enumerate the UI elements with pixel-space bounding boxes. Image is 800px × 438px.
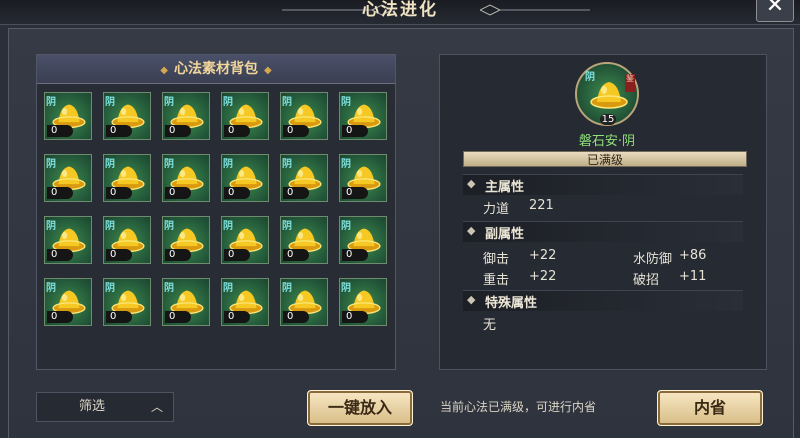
special-attr-value: 无 bbox=[483, 318, 497, 333]
status-hint: 当前心法已满级，可进行内省 bbox=[440, 400, 597, 414]
bag-header: ◆ 心法素材背包 ◆ bbox=[37, 55, 395, 84]
attr-label: 力道 bbox=[483, 202, 510, 217]
material-slot[interactable]: 阴0 bbox=[221, 278, 269, 326]
material-slot[interactable]: 阴0 bbox=[103, 154, 151, 202]
one-click-put-button[interactable]: 一键放入 bbox=[307, 390, 413, 426]
bag-title: 心法素材背包 bbox=[174, 61, 258, 77]
introspect-button[interactable]: 内省 bbox=[657, 390, 763, 426]
material-slot[interactable]: 阴0 bbox=[162, 92, 210, 140]
material-slot[interactable]: 阴0 bbox=[162, 278, 210, 326]
attr-value: +11 bbox=[679, 269, 707, 284]
slot-count: 0 bbox=[224, 249, 250, 261]
material-slot[interactable]: 阴0 bbox=[339, 154, 387, 202]
material-slot[interactable]: 阴0 bbox=[162, 154, 210, 202]
special-attr-header: ◆ 特殊属性 bbox=[463, 290, 743, 311]
slot-count: 0 bbox=[342, 311, 368, 323]
section-title: 特殊属性 bbox=[485, 296, 538, 311]
slot-count: 0 bbox=[47, 311, 73, 323]
selected-item-icon[interactable]: 阴 鉴 15 bbox=[575, 62, 639, 126]
slot-count: 0 bbox=[224, 311, 250, 323]
attr-label: 破招 bbox=[633, 273, 660, 288]
attr-value: +86 bbox=[679, 248, 707, 263]
attr-value: 221 bbox=[529, 198, 554, 213]
slot-count: 0 bbox=[283, 187, 309, 199]
material-slot[interactable]: 阴0 bbox=[280, 92, 328, 140]
material-slot[interactable]: 阴0 bbox=[339, 92, 387, 140]
attr-value: +22 bbox=[529, 248, 557, 263]
material-slot[interactable]: 阴0 bbox=[280, 216, 328, 264]
item-level: 15 bbox=[600, 114, 616, 125]
material-slot[interactable]: 阴0 bbox=[221, 154, 269, 202]
main-attr-header: ◆ 主属性 bbox=[463, 174, 743, 195]
slot-count: 0 bbox=[47, 249, 73, 261]
slot-count: 0 bbox=[165, 249, 191, 261]
material-slot[interactable]: 阴0 bbox=[103, 216, 151, 264]
material-slot[interactable]: 阴0 bbox=[103, 92, 151, 140]
slot-count: 0 bbox=[224, 125, 250, 137]
slot-count: 0 bbox=[165, 187, 191, 199]
item-name: 磐石安·阴 bbox=[578, 134, 636, 149]
section-title: 主属性 bbox=[485, 180, 525, 195]
slot-count: 0 bbox=[47, 187, 73, 199]
diamond-icon: ◆ bbox=[160, 65, 168, 76]
filter-dropdown[interactable]: 筛选 ︿ bbox=[36, 392, 174, 422]
slot-count: 0 bbox=[342, 125, 368, 137]
slot-count: 0 bbox=[47, 125, 73, 137]
material-bag: ◆ 心法素材背包 ◆ 阴0阴0阴0阴0阴0阴0阴0阴0阴0阴0阴0阴0阴0阴0阴0阴… bbox=[36, 54, 396, 370]
title-bar: 心法进化 ✕ bbox=[0, 0, 800, 25]
chevron-up-icon: ︿ bbox=[151, 400, 164, 414]
slot-count: 0 bbox=[106, 125, 132, 137]
slot-count: 0 bbox=[106, 311, 132, 323]
diamond-icon: ◆ bbox=[467, 293, 476, 306]
gold-ingot-icon bbox=[590, 82, 628, 109]
filter-label: 筛选 bbox=[79, 399, 106, 414]
slot-count: 0 bbox=[283, 125, 309, 137]
slot-count: 0 bbox=[106, 187, 132, 199]
title-ornament-right bbox=[480, 4, 590, 16]
material-slot[interactable]: 阴0 bbox=[280, 154, 328, 202]
close-icon[interactable]: ✕ bbox=[756, 0, 794, 22]
material-slot[interactable]: 阴0 bbox=[44, 278, 92, 326]
material-slot[interactable]: 阴0 bbox=[162, 216, 210, 264]
material-slot[interactable]: 阴0 bbox=[339, 216, 387, 264]
attr-label: 水防御 bbox=[633, 252, 673, 267]
attr-label: 重击 bbox=[483, 273, 510, 288]
attr-value: +22 bbox=[529, 269, 557, 284]
slot-count: 0 bbox=[165, 311, 191, 323]
diamond-icon: ◆ bbox=[264, 65, 272, 76]
slot-count: 0 bbox=[283, 249, 309, 261]
slot-count: 0 bbox=[224, 187, 250, 199]
material-slot[interactable]: 阴0 bbox=[339, 278, 387, 326]
attr-label: 御击 bbox=[483, 252, 510, 267]
diamond-icon: ◆ bbox=[467, 177, 476, 190]
slot-count: 0 bbox=[165, 125, 191, 137]
diamond-icon: ◆ bbox=[467, 224, 476, 237]
section-title: 副属性 bbox=[485, 227, 525, 242]
sub-attr-header: ◆ 副属性 bbox=[463, 221, 743, 242]
window-title: 心法进化 bbox=[362, 0, 438, 20]
material-slot[interactable]: 阴0 bbox=[280, 278, 328, 326]
slot-count: 0 bbox=[342, 187, 368, 199]
slot-count: 0 bbox=[283, 311, 309, 323]
material-slot[interactable]: 阴0 bbox=[221, 216, 269, 264]
level-progress-bar: 已满级 bbox=[463, 151, 747, 167]
material-slot[interactable]: 阴0 bbox=[103, 278, 151, 326]
slot-count: 0 bbox=[106, 249, 132, 261]
material-slot[interactable]: 阴0 bbox=[44, 216, 92, 264]
material-slot[interactable]: 阴0 bbox=[44, 154, 92, 202]
slot-count: 0 bbox=[342, 249, 368, 261]
material-slot[interactable]: 阴0 bbox=[221, 92, 269, 140]
level-status: 已满级 bbox=[586, 153, 623, 167]
material-slot[interactable]: 阴0 bbox=[44, 92, 92, 140]
